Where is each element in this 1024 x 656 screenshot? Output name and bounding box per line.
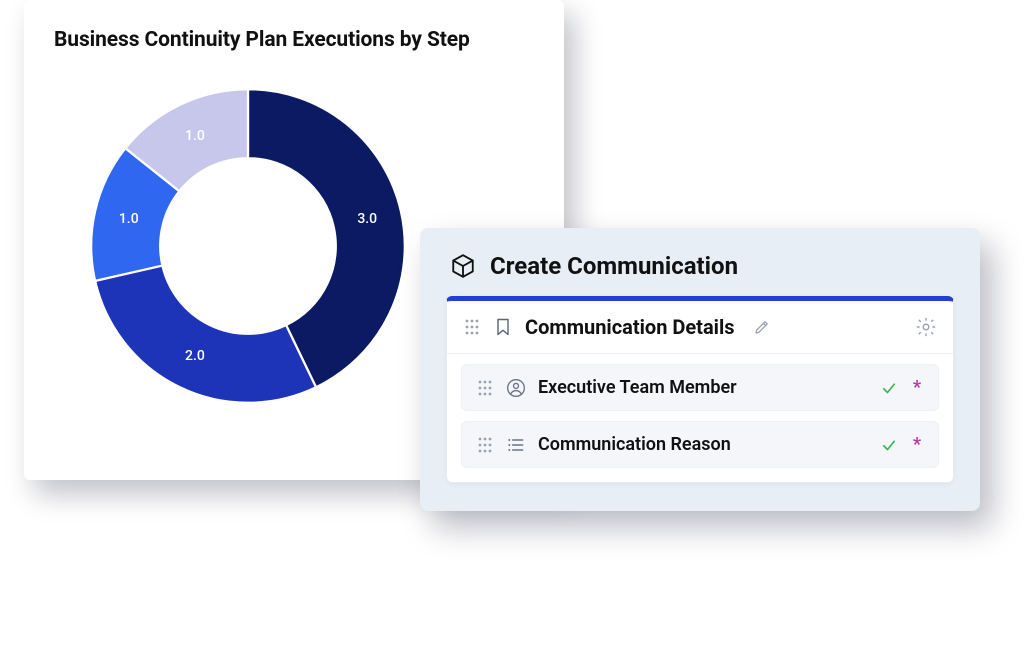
- chart-title: Business Continuity Plan Executions by S…: [54, 28, 534, 52]
- required-asterisk-icon: *: [910, 379, 924, 397]
- field-row-executive-team-member[interactable]: Executive Team Member *: [461, 364, 939, 411]
- form-header: Create Communication: [446, 252, 954, 280]
- section-title: Communication Details: [525, 315, 735, 339]
- cube-icon: [450, 253, 476, 279]
- drag-handle-icon[interactable]: [476, 379, 494, 397]
- drag-handle-icon[interactable]: [463, 318, 481, 336]
- form-title: Create Communication: [490, 252, 738, 280]
- gear-icon[interactable]: [915, 316, 937, 338]
- pencil-icon[interactable]: [753, 318, 771, 336]
- drag-handle-icon[interactable]: [476, 436, 494, 454]
- donut-chart: 3.02.01.01.0: [88, 86, 408, 406]
- section-box: Communication Details: [446, 296, 954, 483]
- check-icon: [880, 379, 898, 397]
- check-icon: [880, 436, 898, 454]
- bookmark-icon[interactable]: [493, 316, 513, 338]
- required-asterisk-icon: *: [910, 436, 924, 454]
- list-icon: [506, 435, 526, 455]
- field-label: Communication Reason: [538, 434, 868, 455]
- field-row-communication-reason[interactable]: Communication Reason *: [461, 421, 939, 468]
- section-header: Communication Details: [447, 301, 953, 354]
- person-icon: [506, 378, 526, 398]
- donut-slice[interactable]: [95, 266, 316, 403]
- section-body: Executive Team Member *: [447, 354, 953, 482]
- field-label: Executive Team Member: [538, 377, 868, 398]
- form-card: Create Communication Communication Detai…: [420, 228, 980, 511]
